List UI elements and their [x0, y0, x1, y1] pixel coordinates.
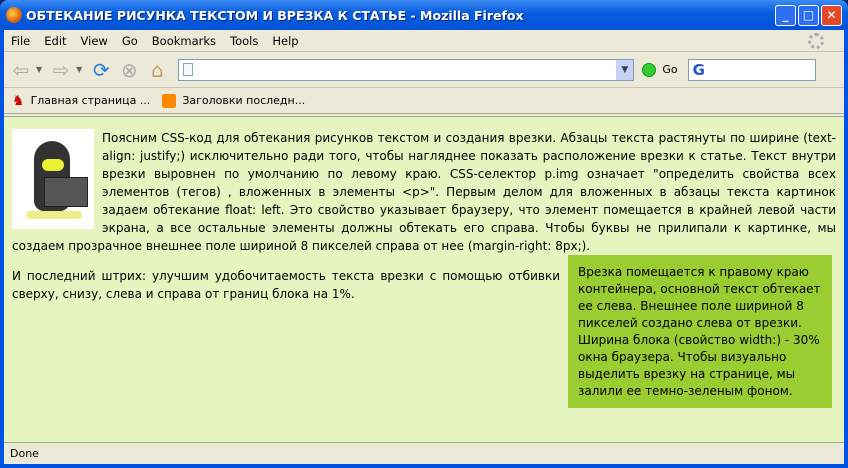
go-button[interactable]: Go	[642, 62, 678, 77]
go-label: Go	[662, 63, 678, 76]
forward-icon[interactable]: ⇨	[48, 57, 74, 83]
google-icon[interactable]: G	[693, 61, 705, 79]
reload-icon[interactable]: ⟳	[88, 57, 114, 83]
back-dropdown-icon[interactable]: ▼	[36, 65, 42, 74]
page-icon	[183, 62, 194, 76]
menu-edit[interactable]: Edit	[44, 34, 66, 48]
paragraph-1: Поясним CSS-код для обтекания рисунков т…	[12, 129, 836, 255]
throbber-icon	[808, 33, 824, 49]
menu-go[interactable]: Go	[122, 34, 138, 48]
minimize-button[interactable]: _	[775, 4, 796, 26]
status-bar: Done	[4, 442, 844, 464]
menu-help[interactable]: Help	[272, 34, 298, 48]
menu-file[interactable]: File	[11, 34, 30, 48]
bookmark-label: Заголовки последн...	[182, 94, 306, 107]
penguin-laptop-image	[12, 129, 94, 229]
rss-icon	[162, 93, 177, 108]
bookmark-label: Главная страница ...	[30, 94, 151, 107]
bookmark-favicon-icon: ♞	[12, 92, 25, 109]
menu-view[interactable]: View	[81, 34, 108, 48]
page-content: Поясним CSS-код для обтекания рисунков т…	[4, 116, 844, 444]
window-title: ОБТЕКАНИЕ РИСУНКА ТЕКСТОМ И ВРЕЗКА К СТА…	[26, 7, 524, 23]
bookmarks-toolbar: ♞ Главная страница ... Заголовки последн.…	[4, 88, 844, 114]
forward-dropdown-icon[interactable]: ▼	[76, 65, 82, 74]
close-button[interactable]: ✕	[821, 4, 842, 26]
search-input[interactable]: G	[687, 58, 816, 81]
url-input[interactable]: ▼	[178, 58, 635, 81]
bookmark-home[interactable]: ♞ Главная страница ...	[12, 93, 150, 109]
sidebar-inset: Врезка помещается к правому краю контейн…	[568, 255, 832, 408]
url-dropdown-icon[interactable]: ▼	[616, 59, 634, 80]
home-icon[interactable]: ⌂	[144, 57, 170, 83]
go-arrow-icon	[642, 62, 657, 77]
menu-bookmarks[interactable]: Bookmarks	[152, 34, 216, 48]
paragraph-1-text: Поясним CSS-код для обтекания рисунков т…	[12, 131, 836, 253]
navigation-toolbar: ⇦ ▼ ⇨ ▼ ⟳ ⊗ ⌂ ▼ Go G	[4, 52, 844, 88]
bookmark-headlines[interactable]: Заголовки последн...	[162, 93, 306, 108]
menu-tools[interactable]: Tools	[230, 34, 258, 48]
browser-window: ОБТЕКАНИЕ РИСУНКА ТЕКСТОМ И ВРЕЗКА К СТА…	[0, 0, 848, 468]
maximize-button[interactable]: □	[798, 4, 819, 26]
status-text: Done	[10, 447, 39, 460]
title-bar: ОБТЕКАНИЕ РИСУНКА ТЕКСТОМ И ВРЕЗКА К СТА…	[0, 0, 848, 30]
firefox-icon	[6, 7, 22, 23]
back-icon[interactable]: ⇦	[8, 57, 34, 83]
menu-bar: File Edit View Go Bookmarks Tools Help	[4, 30, 844, 52]
stop-icon[interactable]: ⊗	[116, 57, 142, 83]
